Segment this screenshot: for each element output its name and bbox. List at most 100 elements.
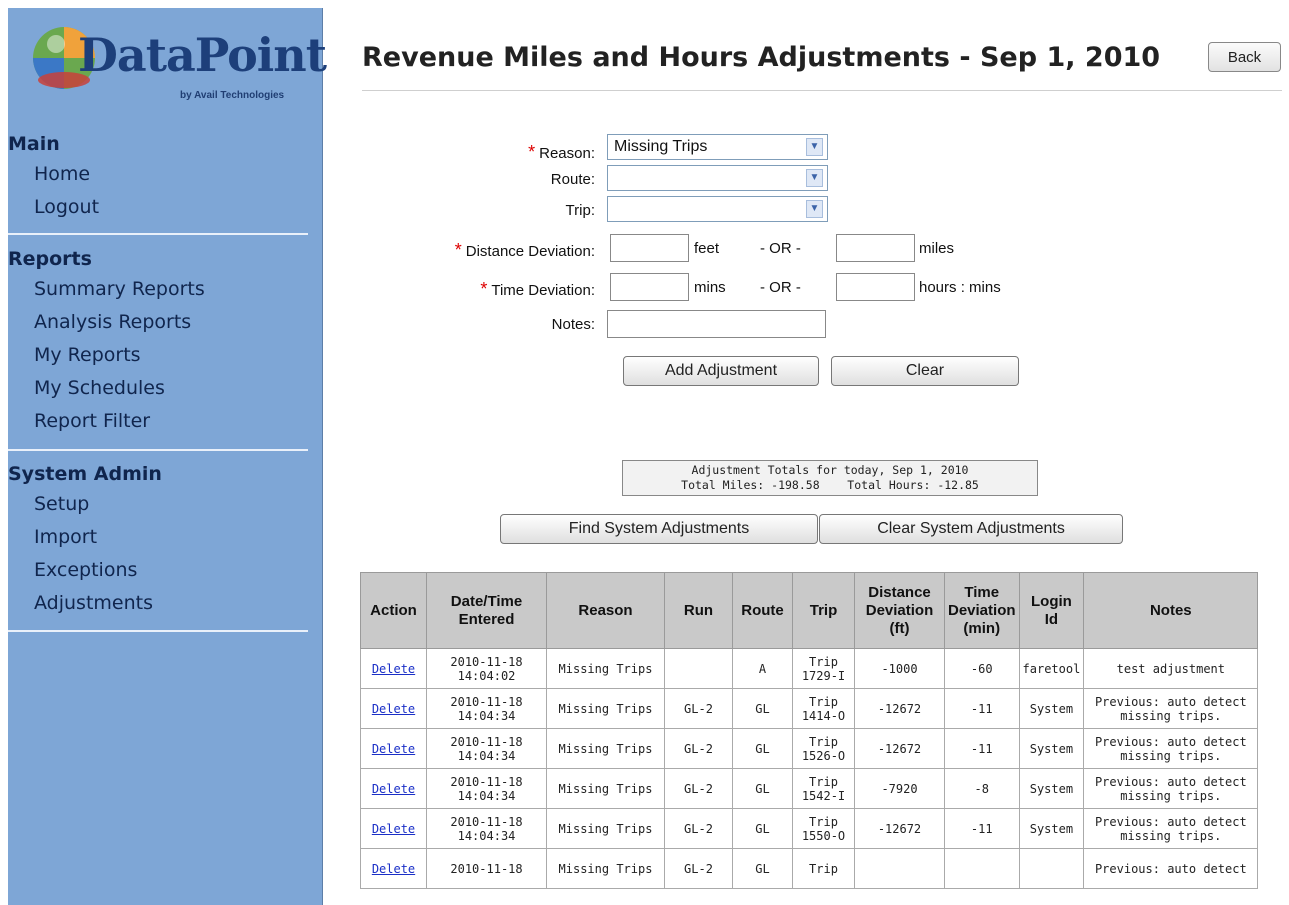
nav-section-reports: Reports Summary Reports Analysis Reports… [8,245,318,438]
distance-deviation-label-text: Distance Deviation: [465,243,595,260]
cell-login-id: System [1018,768,1085,809]
nav-item-exceptions[interactable]: Exceptions [34,554,318,587]
adjustment-totals-box: Adjustment Totals for today, Sep 1, 2010… [622,460,1038,496]
table-header-row: Action Date/Time Entered Reason Run Rout… [360,572,1259,649]
nav-title-system-admin: System Admin [8,463,162,485]
trip-select[interactable]: ▼ [607,196,828,222]
route-select[interactable]: ▼ [607,165,828,191]
table-row: Delete 2010-11-18 14:04:34 Missing Trips GL… [360,808,1259,849]
notes-input[interactable] [607,310,826,338]
cell-route: GL [732,768,793,809]
cell-reason: Missing Trips [546,808,665,849]
cell-action: Delete [360,808,427,849]
nav-divider [8,449,308,451]
nav-item-report-filter[interactable]: Report Filter [34,405,318,438]
cell-time-deviation: -8 [944,768,1020,809]
clear-button[interactable]: Clear [831,356,1019,386]
col-header-distance-deviation: Distance Deviation (ft) [854,572,945,649]
cell-run: GL-2 [664,848,733,889]
or-text: - OR - [760,279,801,296]
title-divider [362,90,1282,91]
reason-select[interactable]: Missing Trips ▼ [607,134,828,160]
datapoint-logo[interactable]: DataPoint by Avail Technologies [32,20,327,110]
or-text: - OR - [760,240,801,257]
mins-unit-label: mins [694,279,726,296]
chevron-down-icon[interactable]: ▼ [806,200,823,218]
feet-unit-label: feet [694,240,720,257]
cell-trip: Trip 1542-I [792,768,855,809]
col-header-run: Run [664,572,733,649]
cell-datetime: 2010-11-18 14:04:34 [426,808,547,849]
cell-notes: Previous: auto detect missing trips. [1083,688,1259,729]
delete-link[interactable]: Delete [372,742,415,756]
time-deviation-label-text: Time Deviation: [491,282,595,299]
cell-trip: Trip 1729-I [792,648,855,689]
cell-distance-deviation: -7920 [854,768,945,809]
nav-item-home[interactable]: Home [34,158,318,191]
cell-reason: Missing Trips [546,728,665,769]
cell-datetime: 2010-11-18 [426,848,547,889]
cell-time-deviation: -11 [944,688,1020,729]
adjustments-table-body: Delete 2010-11-18 14:04:02 Missing Trips A T… [360,648,1259,889]
nav-item-my-schedules[interactable]: My Schedules [34,372,318,405]
distance-feet-input[interactable] [610,234,689,262]
nav-item-my-reports[interactable]: My Reports [34,339,318,372]
distance-deviation-label: * Distance Deviation: [400,240,595,261]
cell-datetime: 2010-11-18 14:04:34 [426,688,547,729]
chevron-down-icon[interactable]: ▼ [806,138,823,156]
delete-link[interactable]: Delete [372,662,415,676]
delete-link[interactable]: Delete [372,862,415,876]
trip-label: Trip: [565,202,595,219]
cell-distance-deviation: -12672 [854,808,945,849]
cell-notes: Previous: auto detect missing trips. [1083,768,1259,809]
delete-link[interactable]: Delete [372,822,415,836]
page-title: Revenue Miles and Hours Adjustments - Se… [362,42,1161,73]
nav-title-reports: Reports [8,248,92,270]
nav-item-adjustments[interactable]: Adjustments [34,587,318,620]
distance-miles-input[interactable] [836,234,915,262]
cell-notes: Previous: auto detect [1083,848,1259,889]
time-mins-input[interactable] [610,273,689,301]
cell-action: Delete [360,768,427,809]
adjustments-table: Action Date/Time Entered Reason Run Rout… [360,572,1259,889]
cell-route: GL [732,848,793,889]
nav-divider [8,233,308,235]
cell-trip: Trip 1414-O [792,688,855,729]
time-hours-mins-input[interactable] [836,273,915,301]
find-system-adjustments-button[interactable]: Find System Adjustments [500,514,818,544]
totals-line-2: Total Miles: -198.58 Total Hours: -12.85 [681,478,979,492]
add-adjustment-button[interactable]: Add Adjustment [623,356,819,386]
required-marker: * [528,142,536,162]
nav-item-summary-reports[interactable]: Summary Reports [34,273,318,306]
reason-select-value: Missing Trips [614,138,708,155]
notes-label: Notes: [551,316,595,333]
reason-label-text: Reason: [539,145,595,162]
cell-run: GL-2 [664,768,733,809]
nav-item-analysis-reports[interactable]: Analysis Reports [34,306,318,339]
cell-datetime: 2010-11-18 14:04:02 [426,648,547,689]
cell-time-deviation: -60 [944,648,1020,689]
delete-link[interactable]: Delete [372,702,415,716]
nav-item-logout[interactable]: Logout [34,191,318,224]
nav-item-import[interactable]: Import [34,521,318,554]
chevron-down-icon[interactable]: ▼ [806,169,823,187]
cell-action: Delete [360,848,427,889]
delete-link[interactable]: Delete [372,782,415,796]
sidebar: DataPoint by Avail Technologies Main Hom… [8,8,327,905]
required-marker: * [454,240,462,260]
table-row: Delete 2010-11-18 14:04:02 Missing Trips A T… [360,648,1259,689]
col-header-login-id: Login Id [1018,572,1085,649]
col-header-time-deviation: Time Deviation (min) [944,572,1020,649]
cell-distance-deviation: -1000 [854,648,945,689]
nav-divider [8,630,308,632]
back-button[interactable]: Back [1208,42,1281,72]
clear-system-adjustments-button[interactable]: Clear System Adjustments [819,514,1123,544]
table-row: Delete 2010-11-18 14:04:34 Missing Trips GL… [360,728,1259,769]
cell-run: GL-2 [664,728,733,769]
cell-datetime: 2010-11-18 14:04:34 [426,728,547,769]
cell-time-deviation: -11 [944,808,1020,849]
nav-section-main: Main Home Logout [8,130,318,224]
table-row: Delete 2010-11-18 Missing Trips GL-2 GL Trip P… [360,848,1259,889]
cell-action: Delete [360,648,427,689]
nav-item-setup[interactable]: Setup [34,488,318,521]
